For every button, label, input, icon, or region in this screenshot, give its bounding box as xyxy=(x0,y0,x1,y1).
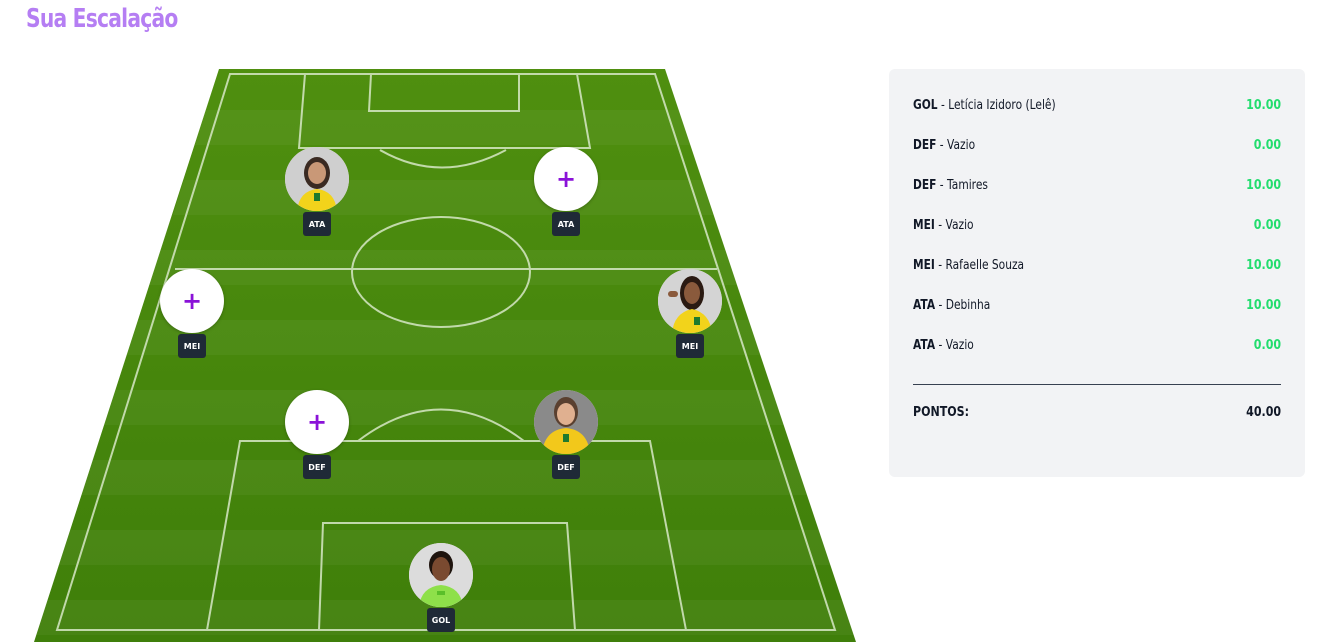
summary-divider xyxy=(913,384,1281,385)
player-slot-mei-1[interactable]: + MEI xyxy=(160,269,224,359)
summary-player-name: - Vazio xyxy=(934,217,974,233)
summary-points: 10.00 xyxy=(1246,297,1281,313)
add-player-button[interactable]: + xyxy=(160,269,224,333)
player-avatar xyxy=(658,269,722,333)
position-badge: MEI xyxy=(676,334,704,358)
summary-position: MEI xyxy=(913,257,935,273)
plus-icon: + xyxy=(181,287,203,315)
total-label: PONTOS: xyxy=(913,405,970,420)
position-badge: ATA xyxy=(303,212,331,236)
summary-row: MEI - Rafaelle Souza 10.00 xyxy=(913,255,1281,275)
position-badge: MEI xyxy=(178,334,206,358)
summary-player-name: - Vazio xyxy=(935,337,974,353)
player-slot-def-1[interactable]: + DEF xyxy=(285,390,349,480)
player-avatar xyxy=(285,147,349,211)
summary-player-name: - Letícia Izidoro (Lelê) xyxy=(937,97,1056,113)
summary-row: MEI - Vazio 0.00 xyxy=(913,215,1281,235)
player-slot-ata-2[interactable]: + ATA xyxy=(534,147,598,237)
summary-player-name: - Debinha xyxy=(935,297,991,313)
summary-row: ATA - Vazio 0.00 xyxy=(913,335,1281,355)
summary-points: 0.00 xyxy=(1253,137,1281,153)
summary-player-name: - Vazio xyxy=(936,137,976,153)
lineup-summary-panel: GOL - Letícia Izidoro (Lelê) 10.00 DEF -… xyxy=(889,69,1305,477)
player-photo-icon xyxy=(409,543,473,607)
summary-points: 10.00 xyxy=(1246,177,1281,193)
position-badge: GOL xyxy=(427,608,455,632)
plus-icon: + xyxy=(306,408,328,436)
summary-player-name: - Tamires xyxy=(936,177,988,193)
add-player-button[interactable]: + xyxy=(534,147,598,211)
summary-points: 0.00 xyxy=(1253,217,1281,233)
add-player-button[interactable]: + xyxy=(285,390,349,454)
summary-position: MEI xyxy=(913,217,935,233)
plus-icon: + xyxy=(555,165,577,193)
summary-points: 0.00 xyxy=(1253,337,1281,353)
summary-position: ATA xyxy=(913,297,936,313)
summary-row: DEF - Vazio 0.00 xyxy=(913,135,1281,155)
player-photo-icon xyxy=(534,390,598,454)
summary-row: DEF - Tamires 10.00 xyxy=(913,175,1281,195)
position-badge: DEF xyxy=(303,455,331,479)
summary-position: DEF xyxy=(913,137,937,153)
player-avatar xyxy=(409,543,473,607)
player-slot-gol[interactable]: GOL xyxy=(409,543,473,633)
summary-position: ATA xyxy=(913,337,936,353)
summary-position: GOL xyxy=(913,97,938,113)
summary-player-name: - Rafaelle Souza xyxy=(934,257,1025,273)
player-photo-icon xyxy=(285,147,349,211)
player-photo-icon xyxy=(658,269,722,333)
summary-points: 10.00 xyxy=(1246,257,1281,273)
player-slot-def-2[interactable]: DEF xyxy=(534,390,598,480)
summary-points: 10.00 xyxy=(1246,97,1281,113)
position-badge: DEF xyxy=(552,455,580,479)
player-slot-mei-2[interactable]: MEI xyxy=(658,269,722,359)
player-avatar xyxy=(534,390,598,454)
total-points: PONTOS: 40.00 xyxy=(913,405,1281,420)
position-badge: ATA xyxy=(552,212,580,236)
total-value: 40.00 xyxy=(1246,405,1281,420)
summary-position: DEF xyxy=(913,177,937,193)
summary-row: ATA - Debinha 10.00 xyxy=(913,295,1281,315)
summary-row: GOL - Letícia Izidoro (Lelê) 10.00 xyxy=(913,95,1281,115)
player-slot-ata-1[interactable]: ATA xyxy=(285,147,349,237)
pitch: ATA + ATA + MEI MEI + DEF DEF GOL xyxy=(0,0,880,642)
